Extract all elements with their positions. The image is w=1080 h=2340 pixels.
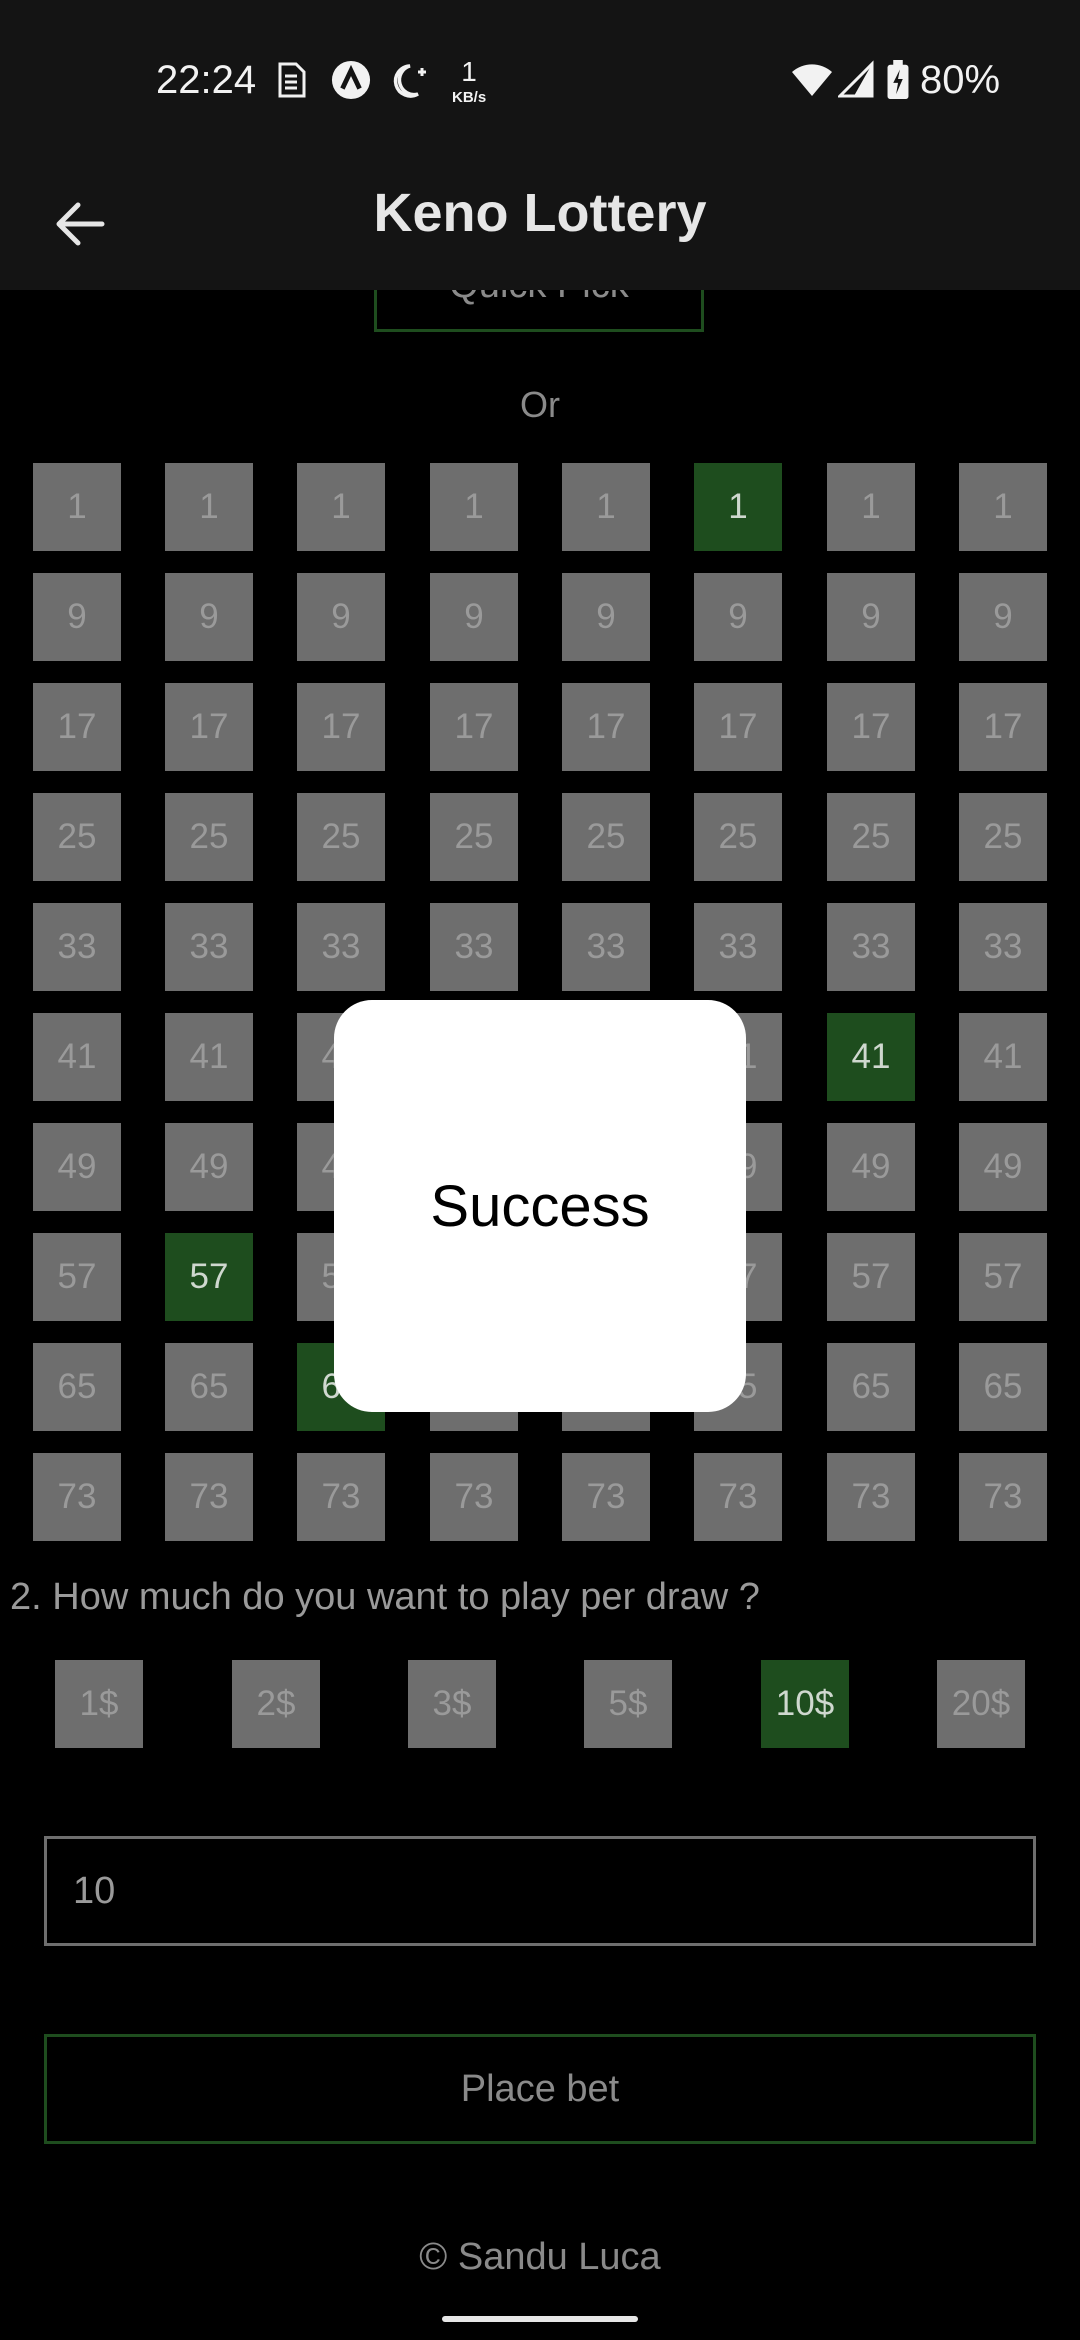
number-cell[interactable]: 33 — [827, 903, 915, 991]
number-cell[interactable]: 73 — [562, 1453, 650, 1541]
number-cell[interactable]: 73 — [297, 1453, 385, 1541]
number-cell[interactable]: 25 — [694, 793, 782, 881]
amount-option[interactable]: 10$ — [761, 1660, 849, 1748]
number-cell[interactable]: 1 — [694, 463, 782, 551]
number-cell[interactable]: 73 — [165, 1453, 253, 1541]
number-cell[interactable]: 1 — [33, 463, 121, 551]
number-cell[interactable]: 33 — [165, 903, 253, 991]
number-cell[interactable]: 33 — [297, 903, 385, 991]
number-cell[interactable]: 9 — [33, 573, 121, 661]
number-cell[interactable]: 73 — [430, 1453, 518, 1541]
dialog-message: Success — [430, 1173, 650, 1239]
number-cell[interactable]: 49 — [165, 1123, 253, 1211]
number-cell[interactable]: 65 — [827, 1343, 915, 1431]
number-cell[interactable]: 73 — [827, 1453, 915, 1541]
number-cell[interactable]: 65 — [33, 1343, 121, 1431]
number-cell[interactable]: 41 — [827, 1013, 915, 1101]
number-cell[interactable]: 25 — [33, 793, 121, 881]
number-cell[interactable]: 57 — [827, 1233, 915, 1321]
number-cell[interactable]: 33 — [694, 903, 782, 991]
number-cell[interactable]: 9 — [297, 573, 385, 661]
number-cell[interactable]: 25 — [827, 793, 915, 881]
number-cell[interactable]: 17 — [430, 683, 518, 771]
number-cell[interactable]: 9 — [959, 573, 1047, 661]
amount-option[interactable]: 5$ — [584, 1660, 672, 1748]
success-dialog[interactable]: Success — [334, 1000, 746, 1412]
number-cell[interactable]: 57 — [165, 1233, 253, 1321]
number-cell[interactable]: 17 — [562, 683, 650, 771]
number-cell[interactable]: 25 — [562, 793, 650, 881]
number-cell[interactable]: 25 — [430, 793, 518, 881]
number-cell[interactable]: 1 — [430, 463, 518, 551]
or-separator: Or — [520, 384, 560, 425]
number-cell[interactable]: 9 — [562, 573, 650, 661]
home-indicator[interactable] — [442, 2316, 638, 2322]
number-cell[interactable]: 33 — [562, 903, 650, 991]
number-cell[interactable]: 25 — [297, 793, 385, 881]
number-cell[interactable]: 1 — [827, 463, 915, 551]
number-cell[interactable]: 65 — [165, 1343, 253, 1431]
number-cell[interactable]: 1 — [562, 463, 650, 551]
number-cell[interactable]: 73 — [694, 1453, 782, 1541]
page-title: Keno Lottery — [373, 183, 707, 243]
number-cell[interactable]: 17 — [827, 683, 915, 771]
number-cell[interactable]: 33 — [33, 903, 121, 991]
number-cell[interactable]: 1 — [165, 463, 253, 551]
number-cell[interactable]: 49 — [33, 1123, 121, 1211]
number-cell[interactable]: 41 — [33, 1013, 121, 1101]
number-cell[interactable]: 17 — [33, 683, 121, 771]
number-cell[interactable]: 33 — [430, 903, 518, 991]
number-cell[interactable]: 9 — [430, 573, 518, 661]
amount-option[interactable]: 2$ — [232, 1660, 320, 1748]
app-bar: Keno Lottery — [0, 160, 1080, 290]
amount-option[interactable]: 3$ — [408, 1660, 496, 1748]
number-cell[interactable]: 9 — [827, 573, 915, 661]
number-cell[interactable]: 73 — [959, 1453, 1047, 1541]
number-cell[interactable]: 1 — [959, 463, 1047, 551]
number-cell[interactable]: 57 — [959, 1233, 1047, 1321]
number-cell[interactable]: 17 — [165, 683, 253, 771]
number-cell[interactable]: 17 — [694, 683, 782, 771]
amount-option[interactable]: 20$ — [937, 1660, 1025, 1748]
number-cell[interactable]: 17 — [959, 683, 1047, 771]
number-cell[interactable]: 33 — [959, 903, 1047, 991]
number-cell[interactable]: 1 — [297, 463, 385, 551]
amount-option[interactable]: 1$ — [55, 1660, 143, 1748]
number-cell[interactable]: 41 — [959, 1013, 1047, 1101]
place-bet-button[interactable]: Place bet — [44, 2034, 1036, 2144]
number-cell[interactable]: 9 — [165, 573, 253, 661]
footer-copyright: © Sandu Luca — [419, 2236, 661, 2278]
number-cell[interactable]: 41 — [165, 1013, 253, 1101]
bet-amount-question: 2. How much do you want to play per draw… — [10, 1576, 760, 1618]
number-cell[interactable]: 57 — [33, 1233, 121, 1321]
amount-input[interactable]: 10 — [44, 1836, 1036, 1946]
number-cell[interactable]: 17 — [297, 683, 385, 771]
number-cell[interactable]: 73 — [33, 1453, 121, 1541]
number-cell[interactable]: 9 — [694, 573, 782, 661]
number-cell[interactable]: 49 — [959, 1123, 1047, 1211]
number-cell[interactable]: 49 — [827, 1123, 915, 1211]
number-cell[interactable]: 65 — [959, 1343, 1047, 1431]
number-cell[interactable]: 25 — [165, 793, 253, 881]
number-cell[interactable]: 25 — [959, 793, 1047, 881]
